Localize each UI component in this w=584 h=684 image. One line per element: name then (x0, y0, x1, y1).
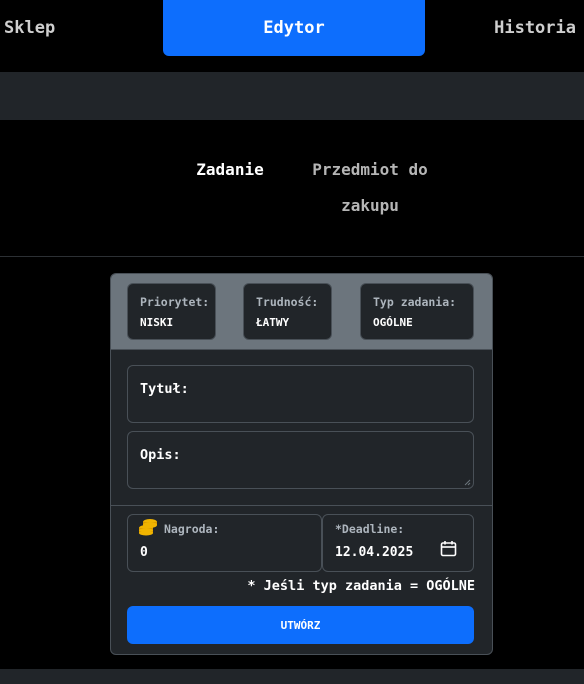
top-band (0, 72, 584, 120)
description-textarea[interactable]: Opis: (127, 431, 474, 489)
top-navigation: Sklep Edytor Historia (0, 0, 584, 72)
title-input[interactable]: Tytuł: (127, 365, 474, 423)
task-form-header: Priorytet: NISKI Trudność: ŁATWY Typ zad… (111, 274, 492, 350)
task-form-card: Priorytet: NISKI Trudność: ŁATWY Typ zad… (110, 273, 493, 655)
subtab-task[interactable]: Zadanie (190, 152, 270, 188)
deadline-label: *Deadline: (335, 522, 405, 536)
difficulty-value: ŁATWY (256, 316, 290, 329)
subtab-purchase-item-line1: Przedmiot do (312, 160, 428, 179)
create-button[interactable]: UTWÓRZ (127, 606, 474, 644)
task-type-selector[interactable]: Typ zadania: OGÓLNE (360, 283, 474, 340)
editor-subtabs: Zadanie Przedmiot do zakupu (0, 120, 584, 257)
description-label: Opis: (140, 447, 181, 463)
resize-grip-icon[interactable] (463, 478, 471, 486)
reward-label: Nagroda: (164, 522, 220, 536)
deadline-input[interactable]: *Deadline: 12.04.2025 (322, 514, 474, 572)
reward-input[interactable]: Nagroda: 0 (127, 514, 322, 572)
difficulty-label: Trudność: (256, 295, 319, 309)
difficulty-selector[interactable]: Trudność: ŁATWY (243, 283, 332, 340)
subtab-purchase-item[interactable]: Przedmiot do zakupu (300, 152, 440, 224)
subtab-purchase-item-line2: zakupu (341, 196, 399, 215)
calendar-icon[interactable] (440, 540, 457, 557)
nav-tab-shop[interactable]: Sklep (0, 0, 74, 56)
priority-label: Priorytet: (140, 295, 210, 309)
nav-tab-editor[interactable]: Edytor (163, 0, 425, 56)
coins-icon (139, 519, 157, 536)
nav-tab-history[interactable]: Historia (470, 0, 584, 56)
deadline-value: 12.04.2025 (335, 545, 414, 560)
bottom-band (0, 669, 584, 684)
form-divider (111, 505, 492, 506)
priority-value: NISKI (140, 316, 174, 329)
priority-selector[interactable]: Priorytet: NISKI (127, 283, 216, 340)
reward-value: 0 (140, 545, 148, 560)
task-type-value: OGÓLNE (373, 316, 413, 329)
task-type-label: Typ zadania: (373, 295, 457, 309)
task-type-note: * Jeśli typ zadania = OGÓLNE (247, 578, 475, 594)
title-label: Tytuł: (140, 381, 189, 397)
